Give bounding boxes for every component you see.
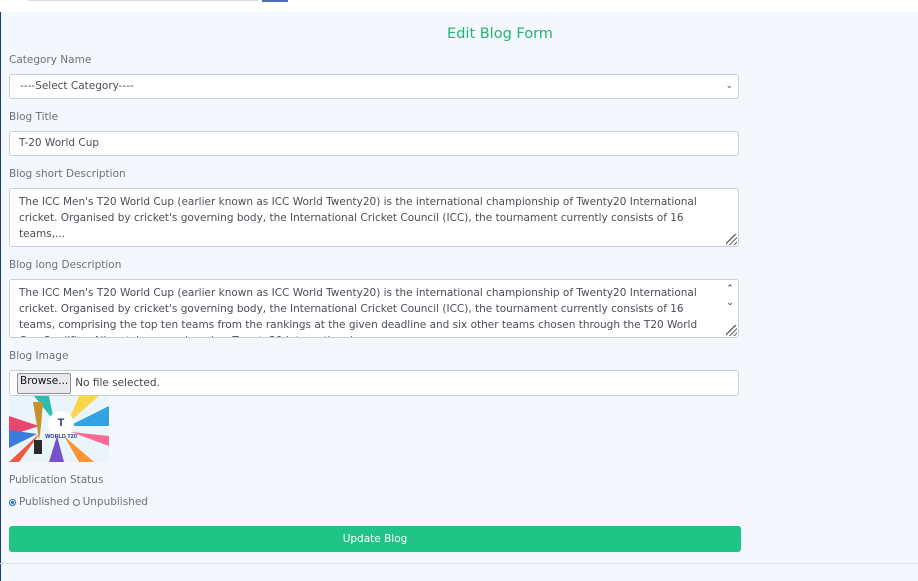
unpublished-label[interactable]: Unpublished xyxy=(83,496,148,508)
footer-divider xyxy=(0,563,918,564)
long-description-textarea[interactable]: The ICC Men's T20 World Cup (earlier kno… xyxy=(9,279,739,338)
short-description-text: The ICC Men's T20 World Cup (earlier kno… xyxy=(19,196,697,240)
page-title: Edit Blog Form xyxy=(447,26,553,42)
blog-image-thumbnail: T WORLD T20 xyxy=(9,396,109,462)
scroll-down-icon[interactable]: ⌄ xyxy=(724,296,736,310)
blog-title-label: Blog Title xyxy=(9,111,59,123)
unpublished-radio[interactable] xyxy=(72,498,80,506)
category-select[interactable]: ----Select Category---- ⌄ xyxy=(9,74,739,99)
blog-image-file-input[interactable]: Browse... No file selected. xyxy=(9,370,739,396)
short-description-textarea[interactable]: The ICC Men's T20 World Cup (earlier kno… xyxy=(9,188,739,247)
scroll-up-icon[interactable]: ⌃ xyxy=(724,282,736,296)
category-selected-value: ----Select Category---- xyxy=(20,80,134,92)
category-label: Category Name xyxy=(9,54,92,66)
top-navbar xyxy=(0,0,918,12)
search-button[interactable] xyxy=(262,0,288,2)
update-blog-button[interactable]: Update Blog xyxy=(9,526,741,552)
resize-grip-icon[interactable] xyxy=(726,234,737,245)
svg-text:T: T xyxy=(58,417,65,429)
long-description-text: The ICC Men's T20 World Cup (earlier kno… xyxy=(19,287,698,337)
browse-button[interactable]: Browse... xyxy=(17,372,72,394)
file-status-text: No file selected. xyxy=(75,377,160,389)
blog-title-input[interactable]: T-20 World Cup xyxy=(9,131,739,156)
scrollbar[interactable]: ⌃ ⌄ xyxy=(724,282,736,322)
search-input[interactable] xyxy=(28,0,258,1)
publication-status-radios: Published Unpublished xyxy=(9,496,151,508)
blog-image-label: Blog Image xyxy=(9,350,69,362)
world-t20-image: T WORLD T20 xyxy=(9,396,109,462)
chevron-down-icon: ⌄ xyxy=(725,81,733,91)
resize-grip-icon[interactable] xyxy=(726,325,737,336)
published-label[interactable]: Published xyxy=(19,496,70,508)
publication-status-label: Publication Status xyxy=(9,474,104,486)
published-radio[interactable] xyxy=(9,498,16,506)
thumbnail-text: WORLD T20 xyxy=(45,434,77,440)
short-description-label: Blog short Description xyxy=(9,168,126,180)
long-description-label: Blog long Description xyxy=(9,259,122,271)
